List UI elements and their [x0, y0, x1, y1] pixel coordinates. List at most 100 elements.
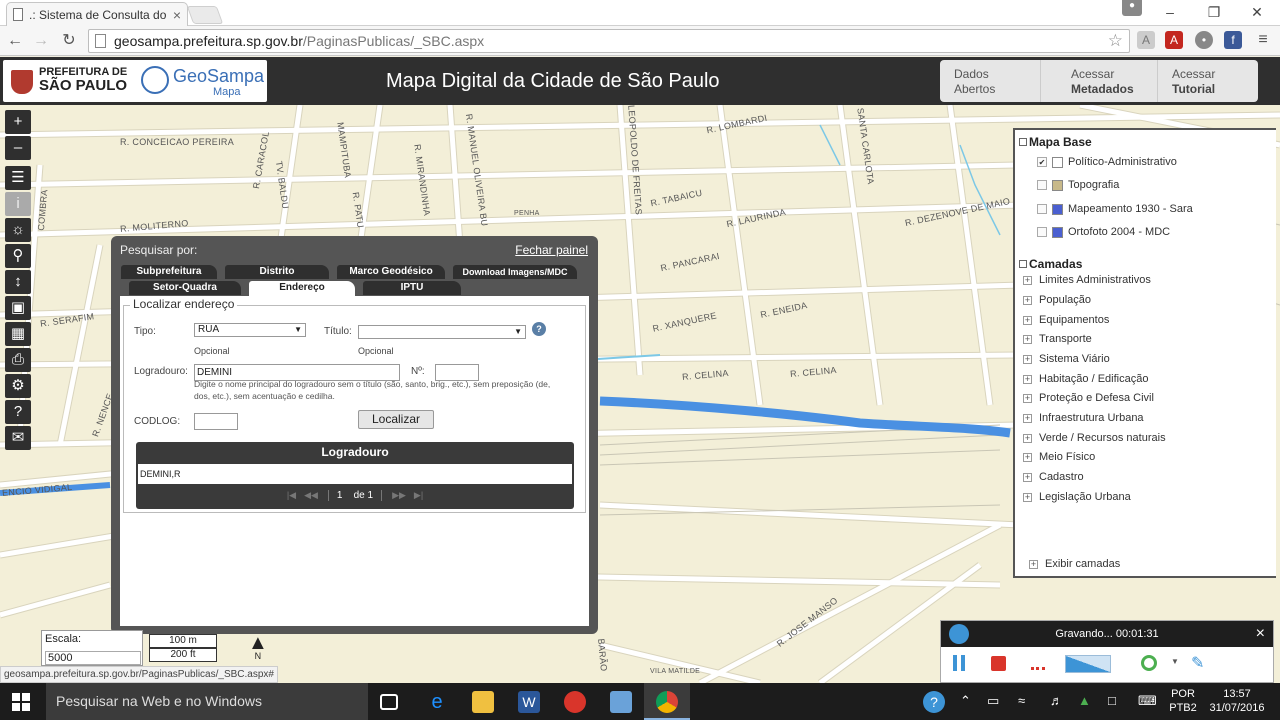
taskbar-search-input[interactable]: Pesquisar na Web e no Windows: [46, 683, 368, 720]
menu-dados-abertos[interactable]: Dados Abertos: [940, 60, 1041, 102]
localizar-button[interactable]: Localizar: [358, 410, 434, 429]
layer-group[interactable]: + Meio Físico: [1023, 451, 1095, 463]
pen-icon[interactable]: ✎: [1191, 653, 1204, 673]
help-tray-icon[interactable]: ?: [923, 691, 945, 713]
keyboard-icon[interactable]: ⌨: [1138, 693, 1157, 709]
extension-icon[interactable]: A: [1137, 31, 1155, 49]
tab-download-imagens[interactable]: Download Imagens/MDC: [453, 265, 577, 279]
forward-icon[interactable]: →: [30, 30, 52, 52]
app2-icon[interactable]: [610, 691, 632, 713]
titulo-select[interactable]: ▼: [358, 325, 526, 339]
checkbox[interactable]: ✔: [1037, 157, 1047, 167]
edge-icon[interactable]: e: [426, 691, 448, 713]
wifi-icon[interactable]: ≈: [1018, 693, 1025, 708]
layer-group[interactable]: + Verde / Recursos naturais: [1023, 432, 1166, 444]
app-icon[interactable]: [564, 691, 586, 713]
language-indicator[interactable]: POR PTB2: [1168, 687, 1198, 715]
expand-icon[interactable]: +: [1023, 334, 1032, 344]
layer-group[interactable]: + Cadastro: [1023, 471, 1084, 483]
menu-tutorial[interactable]: Acessar Tutorial: [1158, 60, 1258, 102]
layers-icon[interactable]: ☰: [5, 166, 31, 190]
expand-icon[interactable]: +: [1023, 433, 1032, 443]
recorder-close-icon[interactable]: ×: [1256, 621, 1265, 647]
print-icon[interactable]: ⎙: [5, 348, 31, 372]
collapse-box-icon[interactable]: [1019, 260, 1027, 268]
mail-icon[interactable]: ✉: [5, 426, 31, 450]
expand-icon[interactable]: +: [1023, 295, 1032, 305]
logo[interactable]: PREFEITURA DE SÃO PAULO GeoSampa Mapa: [3, 60, 267, 102]
help-icon[interactable]: ?: [532, 322, 546, 336]
menu-metadados[interactable]: Acessar Metadados: [1041, 60, 1158, 102]
expand-icon[interactable]: +: [1023, 452, 1032, 462]
show-layers-link[interactable]: + Exibir camadas: [1029, 558, 1120, 570]
webcam-icon[interactable]: [1141, 655, 1157, 671]
expand-icon[interactable]: +: [1023, 413, 1032, 423]
expand-icon[interactable]: +: [1029, 559, 1038, 569]
checkbox[interactable]: [1037, 204, 1047, 214]
minimize-icon[interactable]: –: [1156, 2, 1184, 22]
expand-icon[interactable]: +: [1023, 492, 1032, 502]
zoom-out-icon[interactable]: –: [5, 136, 31, 160]
chevron-up-icon[interactable]: ⌃: [960, 693, 971, 709]
clock[interactable]: 13:57 31/07/2016: [1206, 687, 1268, 715]
prev-page-icon[interactable]: ◀◀: [304, 490, 318, 501]
tab-iptu[interactable]: IPTU: [363, 281, 461, 295]
volume-slider[interactable]: [1065, 655, 1111, 673]
tab-close-icon[interactable]: ×: [173, 7, 181, 23]
result-row[interactable]: DEMINI,R: [138, 464, 572, 484]
extension-circle-icon[interactable]: •: [1195, 31, 1213, 49]
search-icon[interactable]: ⚲: [5, 244, 31, 268]
reload-icon[interactable]: ↻: [58, 30, 80, 52]
tab-setor-quadra[interactable]: Setor-Quadra: [129, 281, 241, 295]
layer-group[interactable]: + Proteção e Defesa Civil: [1023, 392, 1154, 404]
tipo-select[interactable]: RUA ▼: [194, 323, 306, 337]
help-icon[interactable]: ?: [5, 400, 31, 424]
close-panel-link[interactable]: Fechar painel: [515, 243, 588, 257]
expand-icon[interactable]: +: [1023, 393, 1032, 403]
expand-icon[interactable]: +: [1023, 374, 1032, 384]
layer-group[interactable]: + Infraestrutura Urbana: [1023, 412, 1144, 424]
menu-icon[interactable]: ≡: [1254, 31, 1272, 49]
browser-tab[interactable]: .: Sistema de Consulta do ×: [6, 2, 188, 26]
base-layer-item[interactable]: ✔ Político-Administrativo: [1037, 156, 1177, 168]
window-close-icon[interactable]: ✕: [1243, 2, 1271, 22]
expand-icon[interactable]: +: [1023, 315, 1032, 325]
first-page-icon[interactable]: |◀: [287, 490, 296, 501]
task-view-icon[interactable]: [380, 694, 398, 710]
base-layer-item[interactable]: Topografia: [1037, 179, 1119, 191]
globe-icon[interactable]: ☼: [5, 218, 31, 242]
grid-icon[interactable]: ▦: [5, 322, 31, 346]
file-explorer-icon[interactable]: [472, 691, 494, 713]
stop-icon[interactable]: [991, 656, 1006, 671]
base-layer-item[interactable]: Ortofoto 2004 - MDC: [1037, 226, 1170, 238]
restore-icon[interactable]: ❐: [1200, 2, 1228, 22]
base-layer-item[interactable]: Mapeamento 1930 - Sara: [1037, 203, 1193, 215]
new-tab-button[interactable]: [186, 6, 224, 24]
next-page-icon[interactable]: ▶▶: [392, 490, 406, 501]
layer-group[interactable]: + População: [1023, 294, 1091, 306]
zoom-in-icon[interactable]: +: [5, 110, 31, 134]
codlog-input[interactable]: [194, 413, 238, 430]
back-icon[interactable]: ←: [4, 30, 26, 52]
word-icon[interactable]: W: [518, 691, 540, 713]
expand-icon[interactable]: +: [1023, 275, 1032, 285]
tab-distrito[interactable]: Distrito: [225, 265, 329, 279]
checkbox[interactable]: [1037, 227, 1047, 237]
volume-icon[interactable]: ♬: [1050, 693, 1063, 708]
layer-group[interactable]: + Sistema Viário: [1023, 353, 1110, 365]
measure-icon[interactable]: ↕: [5, 270, 31, 294]
layer-group[interactable]: + Legislação Urbana: [1023, 491, 1131, 503]
tab-endereco[interactable]: Endereço: [249, 281, 355, 297]
windows-start-icon[interactable]: [12, 693, 30, 711]
info-icon[interactable]: i: [5, 192, 31, 216]
facebook-icon[interactable]: f: [1224, 31, 1242, 49]
collapse-box-icon[interactable]: [1019, 138, 1027, 146]
dropdown-icon[interactable]: ▼: [1171, 657, 1179, 666]
notification-icon[interactable]: □: [1108, 693, 1116, 708]
url-input[interactable]: geosampa.prefeitura.sp.gov.br/PaginasPub…: [88, 29, 1130, 53]
settings-icon[interactable]: ⚙: [5, 374, 31, 398]
pdf-extension-icon[interactable]: A: [1165, 31, 1183, 49]
user-profile-icon[interactable]: ●: [1122, 0, 1142, 16]
save-icon[interactable]: ▣: [5, 296, 31, 320]
tab-subprefeitura[interactable]: Subprefeitura: [121, 265, 217, 279]
